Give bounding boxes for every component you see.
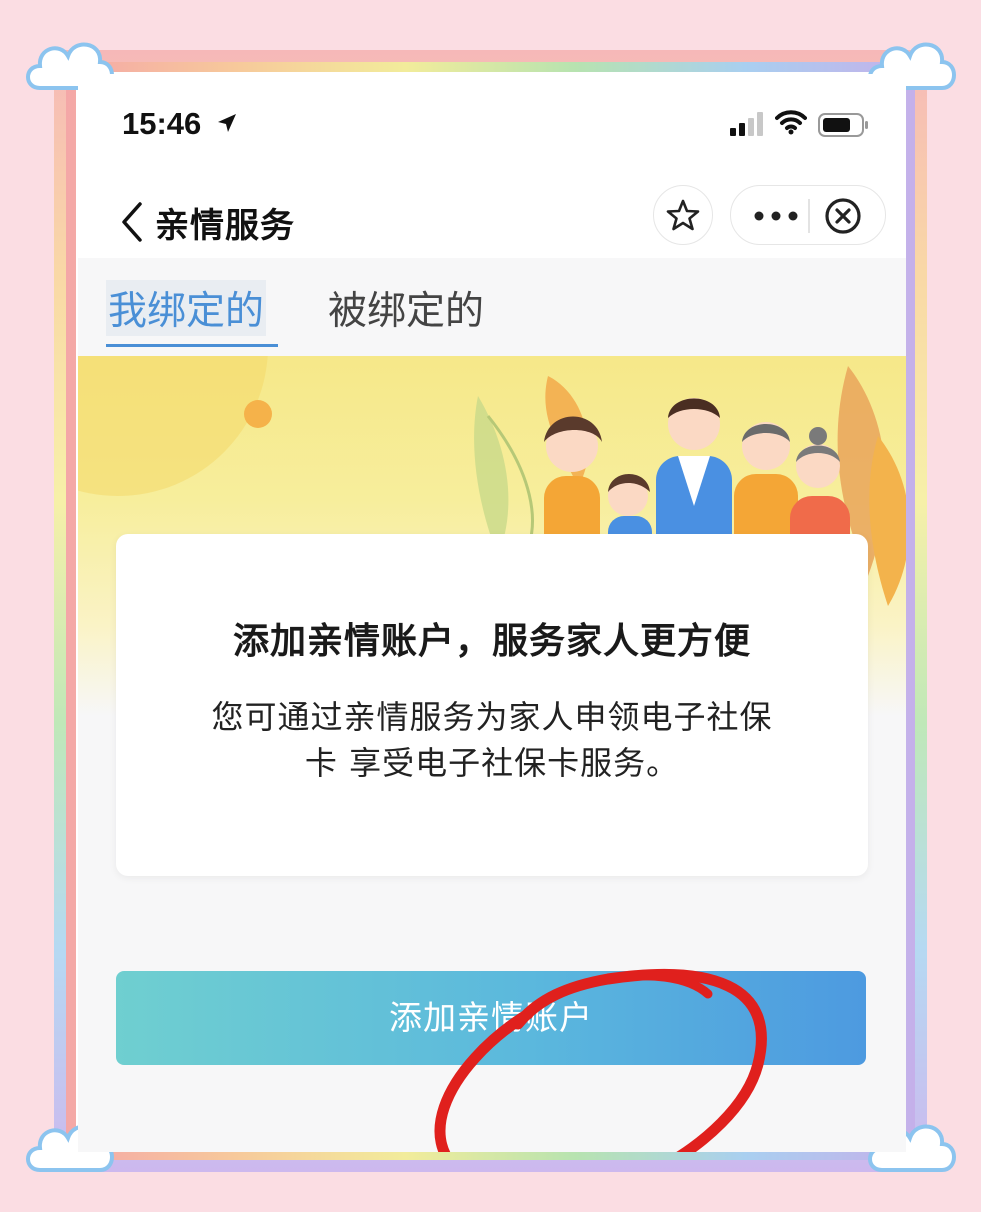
capsule-divider: [808, 199, 810, 233]
info-card: 添加亲情账户，服务家人更方便 您可通过亲情服务为家人申领电子社保 卡 享受电子社…: [116, 534, 868, 876]
more-dots-icon[interactable]: [751, 204, 801, 228]
favorite-button[interactable]: [653, 185, 713, 245]
status-bar: 15:46: [78, 74, 906, 184]
tab-active-indicator: [106, 344, 278, 347]
location-arrow-icon: [218, 114, 236, 132]
page-title: 亲情服务: [155, 206, 295, 246]
star-icon: [666, 199, 700, 231]
status-time: 15:46: [122, 106, 202, 141]
battery-icon: [818, 113, 868, 137]
tab-bar: 我绑定的 被绑定的: [78, 258, 906, 354]
phone-screen: 15:46 亲情服务 我绑定的 被绑定的 添加亲情账户，服务家人更方便 您可通过…: [78, 74, 906, 1152]
tab-bound-by-others[interactable]: 被绑定的: [328, 280, 484, 336]
card-title: 添加亲情账户，服务家人更方便: [232, 621, 751, 662]
tab-my-bindings[interactable]: 我绑定的: [106, 280, 267, 336]
card-description: 您可通过亲情服务为家人申领电子社保 卡 享受电子社保卡服务。: [166, 694, 818, 786]
wifi-icon: [775, 110, 807, 135]
miniapp-capsule: [730, 185, 886, 245]
add-family-account-button[interactable]: 添加亲情账户: [116, 971, 866, 1065]
close-circle-icon[interactable]: [823, 196, 863, 236]
nav-bar: 亲情服务: [78, 182, 906, 258]
card-description-line: 您可通过亲情服务为家人申领电子社保: [211, 698, 773, 736]
signal-icon: [730, 112, 763, 136]
card-description-line: 卡 享受电子社保卡服务。: [304, 744, 680, 782]
chevron-left-icon[interactable]: [114, 192, 154, 252]
